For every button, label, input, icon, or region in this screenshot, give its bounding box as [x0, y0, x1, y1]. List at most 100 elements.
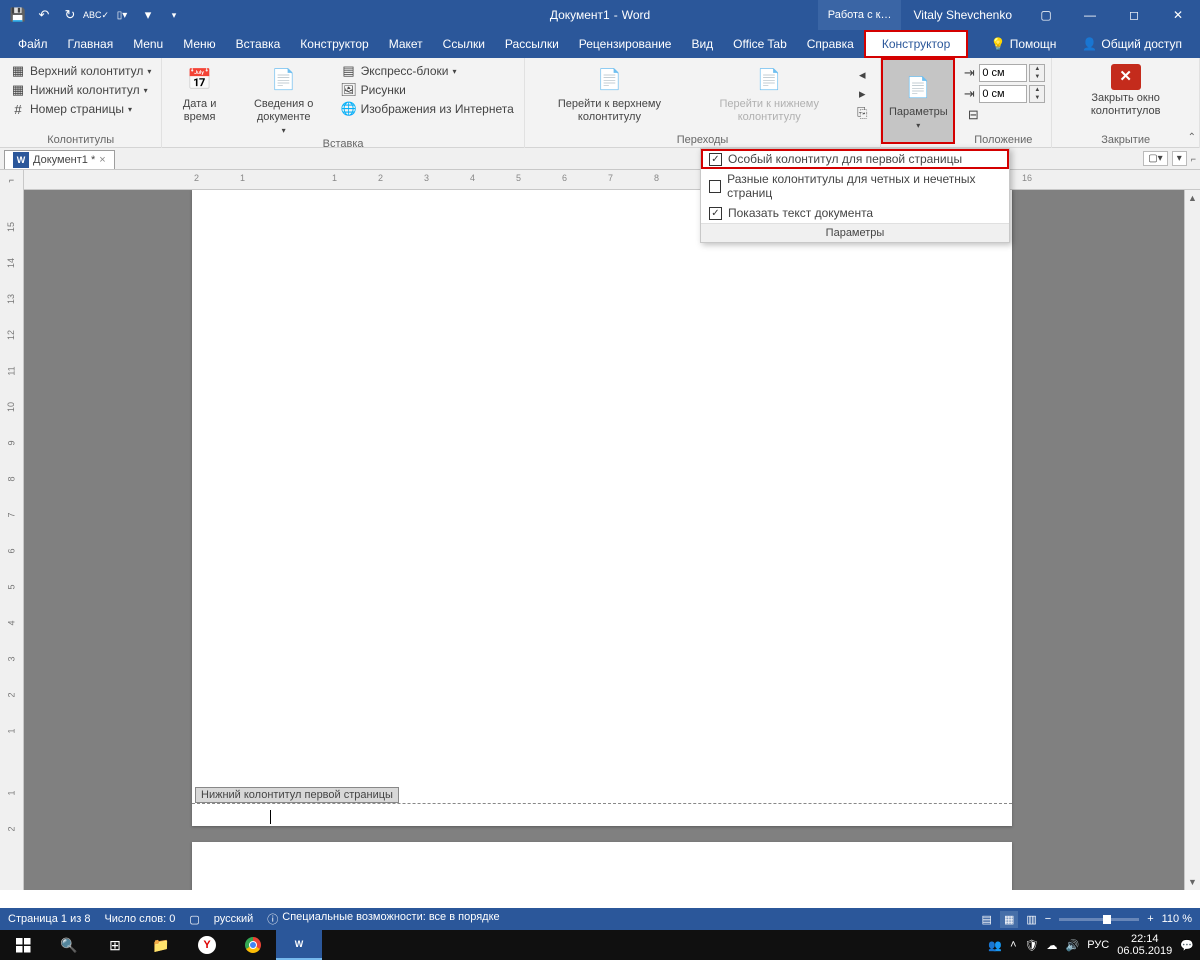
- scroll-up[interactable]: ▲: [1185, 190, 1200, 206]
- spin-down[interactable]: ▼: [1030, 73, 1044, 81]
- menu-officetab[interactable]: Office Tab: [723, 30, 797, 58]
- express-button[interactable]: ▤Экспресс-блоки▾: [337, 62, 518, 80]
- view-web-button[interactable]: ▥: [1026, 913, 1036, 926]
- spellcheck-button[interactable]: ABC✓: [84, 3, 108, 27]
- ribbon-display-button[interactable]: ▢: [1024, 0, 1068, 30]
- menu-constructor-active[interactable]: Конструктор: [864, 30, 968, 58]
- ribbon: ▦Верхний колонтитул▾ ▦Нижний колонтитул▾…: [0, 58, 1200, 148]
- zoom-in-button[interactable]: +: [1147, 913, 1153, 925]
- redo-button[interactable]: ↻: [58, 3, 82, 27]
- align-tab-button[interactable]: ⊟: [961, 106, 1045, 124]
- dd-opt-odd-even[interactable]: Разные колонтитулы для четных и нечетных…: [701, 169, 1009, 203]
- ruler-toggle[interactable]: ⌐: [1191, 154, 1196, 164]
- scroll-down[interactable]: ▼: [1185, 874, 1200, 890]
- vertical-scrollbar[interactable]: ▲ ▼: [1184, 190, 1200, 890]
- position-bottom-input[interactable]: [979, 85, 1027, 103]
- tabs-more-button[interactable]: ▾: [1172, 151, 1187, 166]
- header-button[interactable]: ▦Верхний колонтитул▾: [6, 62, 155, 80]
- menu-share[interactable]: 👤Общий доступ: [1072, 30, 1192, 58]
- datetime-button[interactable]: 📅Дата и время: [168, 62, 230, 126]
- save-button[interactable]: 💾: [6, 3, 30, 27]
- menu-menu2[interactable]: Меню: [173, 30, 225, 58]
- tray-sound-icon[interactable]: 🔊: [1066, 939, 1080, 952]
- contextual-tools-tab[interactable]: Работа с к…: [818, 0, 902, 30]
- menu-refs[interactable]: Ссылки: [433, 30, 495, 58]
- tray-onedrive-icon[interactable]: ☁: [1047, 939, 1058, 952]
- position-top-input[interactable]: [979, 64, 1027, 82]
- touch-mode-button[interactable]: ▾: [136, 3, 160, 27]
- view-read-button[interactable]: ▤: [982, 913, 992, 926]
- menu-help[interactable]: Справка: [797, 30, 864, 58]
- menu-home[interactable]: Главная: [58, 30, 124, 58]
- status-words[interactable]: Число слов: 0: [104, 913, 175, 925]
- zoom-label[interactable]: 110 %: [1162, 913, 1192, 925]
- new-tab-button[interactable]: ▢▾: [1143, 151, 1167, 166]
- pictures-button[interactable]: 🖼Рисунки: [337, 81, 518, 99]
- tray-up-icon[interactable]: ˄: [1010, 939, 1016, 951]
- pagenum-icon: #: [10, 101, 26, 117]
- tb-explorer[interactable]: 📁: [138, 930, 184, 960]
- tb-word[interactable]: W: [276, 930, 322, 960]
- page-2[interactable]: [192, 842, 1012, 890]
- menu-view[interactable]: Вид: [681, 30, 723, 58]
- menu-insert[interactable]: Вставка: [226, 30, 291, 58]
- tray-people-icon[interactable]: 👥: [988, 939, 1002, 952]
- minimize-button[interactable]: —: [1068, 0, 1112, 30]
- footer-button[interactable]: ▦Нижний колонтитул▾: [6, 81, 155, 99]
- link-icon: ⎘: [854, 105, 870, 121]
- tab-icon: ⊟: [965, 107, 981, 123]
- menu-file[interactable]: Файл: [8, 30, 58, 58]
- ribbon-collapse-button[interactable]: ⌃: [1188, 132, 1196, 143]
- menu-review[interactable]: Рецензирование: [569, 30, 682, 58]
- status-proof-icon[interactable]: ▢: [189, 913, 199, 926]
- params-button[interactable]: 📄 Параметры ▾: [881, 58, 955, 144]
- nav-link-button: ⎘: [850, 104, 874, 122]
- dd-opt-first-page[interactable]: ✓ Особый колонтитул для первой страницы: [701, 149, 1009, 169]
- qat-customize-button[interactable]: ▾: [162, 3, 186, 27]
- close-hf-button[interactable]: ✕ Закрыть окно колонтитулов: [1058, 62, 1193, 120]
- spin-down[interactable]: ▼: [1030, 94, 1044, 102]
- spin-up[interactable]: ▲: [1030, 65, 1044, 73]
- goto-header-button[interactable]: 📄Перейти к верхнему колонтитулу: [531, 62, 688, 126]
- horizontal-ruler[interactable]: 2112345678910111213141516: [24, 170, 1200, 190]
- tray-notifications-icon[interactable]: 💬: [1180, 939, 1194, 952]
- spin-up[interactable]: ▲: [1030, 86, 1044, 94]
- search-button[interactable]: 🔍: [46, 930, 92, 960]
- scroll-track[interactable]: [1185, 206, 1200, 874]
- doc-tab-close[interactable]: ×: [99, 154, 105, 166]
- status-lang[interactable]: русский: [214, 913, 253, 925]
- menu-tell-me[interactable]: 💡Помощн: [981, 30, 1067, 58]
- ruler-corner[interactable]: ⌐: [0, 170, 24, 190]
- zoom-out-button[interactable]: −: [1045, 913, 1051, 925]
- start-button[interactable]: [0, 930, 46, 960]
- close-window-button[interactable]: ✕: [1156, 0, 1200, 30]
- tray-defender-icon[interactable]: 🛡: [1025, 939, 1039, 952]
- tray-lang[interactable]: РУС: [1087, 939, 1109, 951]
- menu-constructor[interactable]: Конструктор: [290, 30, 378, 58]
- undo-button[interactable]: ↶: [32, 3, 56, 27]
- menu-mailings[interactable]: Рассылки: [495, 30, 569, 58]
- tb-chrome[interactable]: [230, 930, 276, 960]
- menu-layout[interactable]: Макет: [379, 30, 433, 58]
- doc-tab[interactable]: W Документ1 * ×: [4, 150, 115, 169]
- docinfo-button[interactable]: 📄Сведения о документе▾: [235, 62, 333, 138]
- maximize-button[interactable]: ◻: [1112, 0, 1156, 30]
- pagenum-button[interactable]: #Номер страницы▾: [6, 100, 155, 118]
- qat-more-button[interactable]: ▯▾: [110, 3, 134, 27]
- user-name[interactable]: Vitaly Shevchenko: [901, 8, 1024, 22]
- onlinepics-button[interactable]: 🌐Изображения из Интернета: [337, 100, 518, 118]
- vertical-ruler[interactable]: 15141312111098765432112: [0, 190, 24, 890]
- menu-menu1[interactable]: Menu: [123, 30, 173, 58]
- view-print-button[interactable]: ▦: [1000, 911, 1018, 928]
- ribbon-group-params-wrap: 📄 Параметры ▾: [881, 58, 955, 148]
- status-access[interactable]: ⓘСпециальные возможности: все в порядке: [267, 911, 499, 927]
- tb-yandex[interactable]: Y: [184, 930, 230, 960]
- taskview-button[interactable]: ⊞: [92, 930, 138, 960]
- footer-area[interactable]: [192, 803, 1012, 804]
- page-1[interactable]: Нижний колонтитул первой страницы: [192, 190, 1012, 826]
- zoom-thumb[interactable]: [1103, 915, 1111, 924]
- tray-clock[interactable]: 22:14 06.05.2019: [1117, 933, 1172, 957]
- status-page[interactable]: Страница 1 из 8: [8, 913, 90, 925]
- dd-opt-show-text[interactable]: ✓ Показать текст документа: [701, 203, 1009, 223]
- zoom-slider[interactable]: [1059, 918, 1139, 921]
